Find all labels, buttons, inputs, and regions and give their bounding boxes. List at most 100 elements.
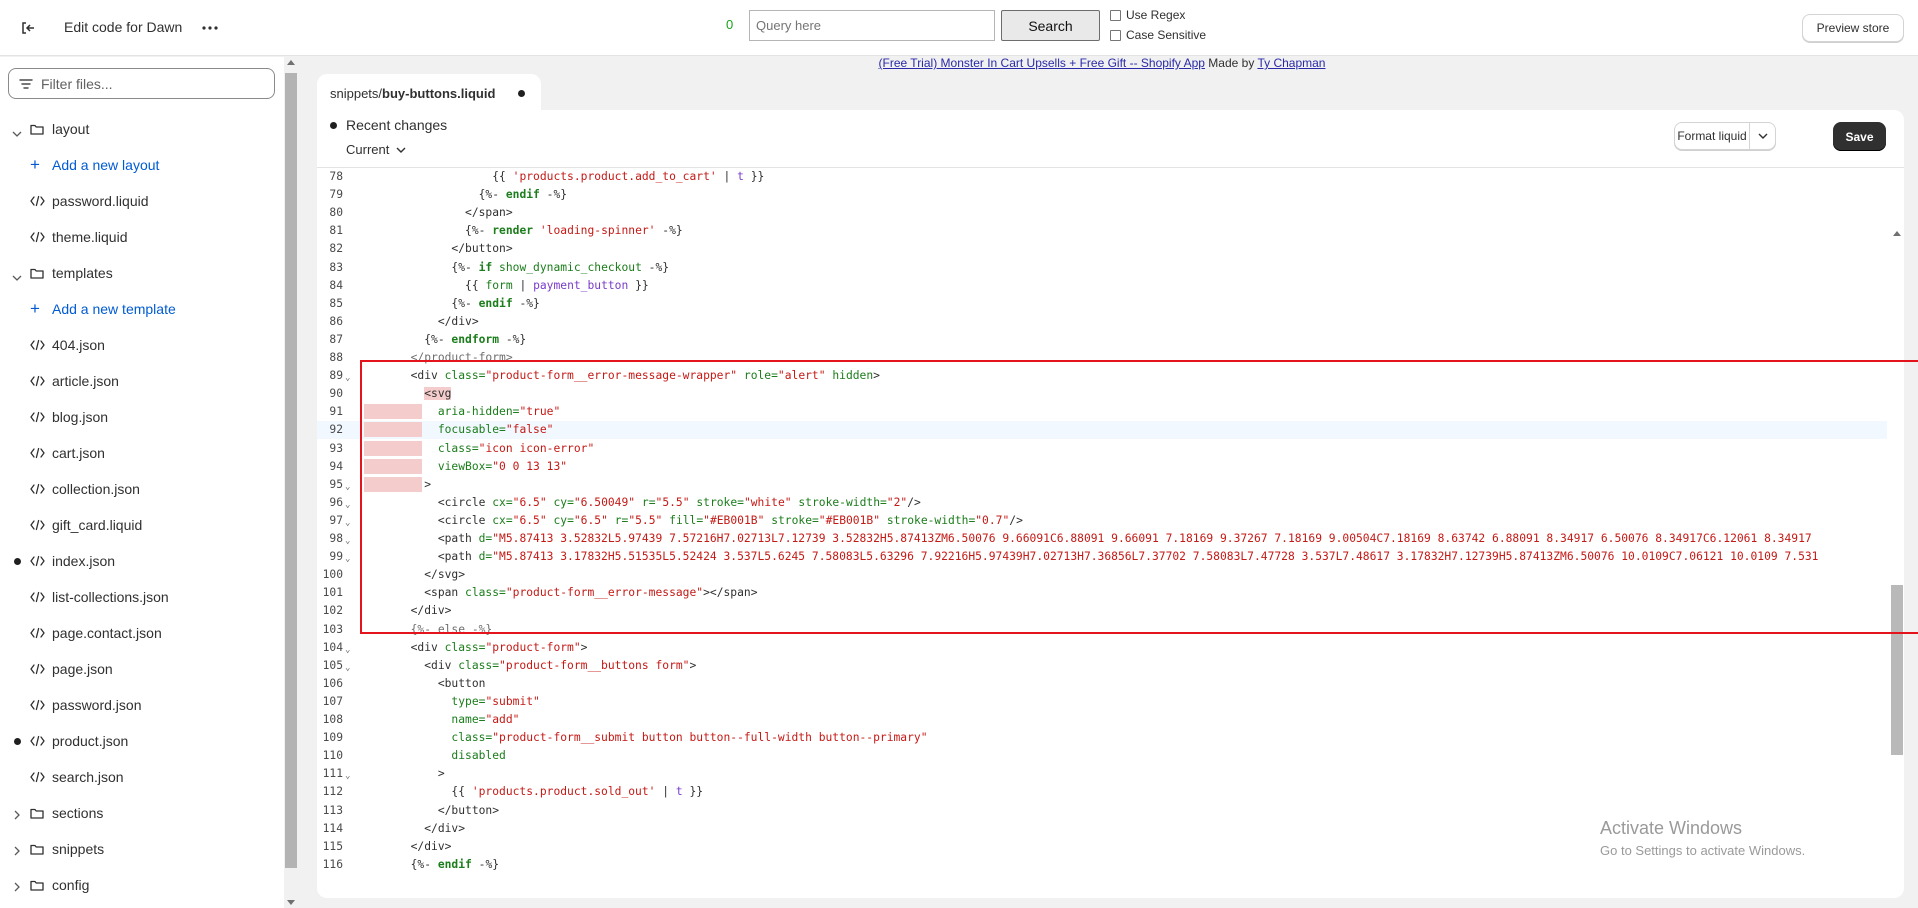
file-password-json[interactable]: password.json — [0, 689, 282, 721]
code-line[interactable]: 79 {%- endif -%} — [317, 186, 1887, 204]
file-password-liquid[interactable]: password.liquid — [0, 185, 282, 217]
file-list-collections-json[interactable]: list-collections.json — [0, 581, 282, 613]
code-line[interactable]: 110 disabled — [317, 747, 1887, 765]
tab-folder: snippets/ — [330, 86, 383, 101]
line-number: 91 — [329, 405, 343, 419]
code-line[interactable]: 112 {{ 'products.product.sold_out' | t }… — [317, 783, 1887, 801]
case-sensitive-box[interactable] — [1110, 29, 1121, 41]
add-link-add-a-new-template[interactable]: + Add a new template — [0, 293, 282, 325]
search-button[interactable]: Search — [1001, 10, 1100, 41]
format-options-button[interactable] — [1749, 123, 1775, 149]
folder-icon — [30, 266, 44, 282]
code-line[interactable]: 108 name="add" — [317, 711, 1887, 729]
file-page-json[interactable]: page.json — [0, 653, 282, 685]
code-line[interactable]: 109 class="product-form__submit button b… — [317, 729, 1887, 747]
more-actions-icon[interactable] — [198, 16, 222, 40]
tree-item-label: Add a new template — [52, 301, 176, 317]
line-number: 111 — [322, 767, 343, 781]
chevron-right-icon[interactable] — [14, 843, 20, 859]
line-number: 78 — [329, 170, 343, 183]
file-search-json[interactable]: search.json — [0, 761, 282, 793]
file-gift-card-liquid[interactable]: gift_card.liquid — [0, 509, 282, 541]
use-regex-box[interactable] — [1110, 9, 1121, 21]
filter-files-field[interactable] — [8, 68, 275, 99]
add-link-add-a-new-layout[interactable]: + Add a new layout — [0, 149, 282, 181]
file-cart-json[interactable]: cart.json — [0, 437, 282, 469]
code-line[interactable]: 113 </button> — [317, 802, 1887, 820]
scroll-up-icon[interactable] — [1893, 231, 1901, 236]
code-line[interactable]: 105 ⌄ <div class="product-form__buttons f… — [317, 657, 1887, 675]
code-line[interactable]: 82 </button> — [317, 240, 1887, 258]
code-file-icon — [30, 518, 45, 534]
top-bar: Edit code for Dawn 0 Search Use Regex Ca… — [0, 0, 1918, 56]
code-line[interactable]: 86 </div> — [317, 313, 1887, 331]
file-collection-json[interactable]: collection.json — [0, 473, 282, 505]
folder-templates[interactable]: templates — [0, 257, 282, 289]
tree-item-label: collection.json — [52, 481, 140, 497]
file-404-json[interactable]: 404.json — [0, 329, 282, 361]
code-line[interactable]: 116 {%- endif -%} — [317, 856, 1887, 874]
code-line[interactable]: 83 {%- if show_dynamic_checkout -%} — [317, 259, 1887, 277]
code-line[interactable]: 104 ⌄ <div class="product-form"> — [317, 639, 1887, 657]
sidebar-scrollbar[interactable] — [284, 57, 298, 908]
chevron-down-icon[interactable] — [12, 268, 22, 284]
version-select-label: Current — [346, 142, 390, 157]
tree-item-label: article.json — [52, 373, 119, 389]
case-sensitive-checkbox[interactable]: Case Sensitive — [1110, 28, 1206, 42]
file-blog-json[interactable]: blog.json — [0, 401, 282, 433]
scroll-up-icon[interactable] — [287, 60, 295, 65]
filter-files-input[interactable] — [41, 75, 261, 92]
code-text: </div> — [363, 821, 466, 835]
code-line[interactable]: 81 {%- render 'loading-spinner' -%} — [317, 222, 1887, 240]
line-number: 94 — [329, 459, 343, 473]
code-line[interactable]: 85 {%- endif -%} — [317, 295, 1887, 313]
file-page-contact-json[interactable]: page.contact.json — [0, 617, 282, 649]
folder-snippets[interactable]: snippets — [0, 833, 282, 865]
code-text: </div> — [363, 839, 452, 853]
version-select[interactable]: Current — [346, 142, 406, 157]
folder-sections[interactable]: sections — [0, 797, 282, 829]
tree-item-label: theme.liquid — [52, 229, 128, 245]
code-line[interactable]: 106 <button — [317, 675, 1887, 693]
line-number: 102 — [322, 604, 343, 618]
code-line[interactable]: 111 ⌄ > — [317, 765, 1887, 783]
case-sensitive-label: Case Sensitive — [1126, 28, 1207, 42]
file-article-json[interactable]: article.json — [0, 365, 282, 397]
line-number: 108 — [322, 713, 343, 726]
exit-icon[interactable] — [16, 16, 40, 40]
code-line[interactable]: 87 {%- endform -%} — [317, 331, 1887, 349]
format-liquid-button[interactable]: Format liquid — [1675, 123, 1749, 149]
use-regex-checkbox[interactable]: Use Regex — [1110, 8, 1185, 22]
folder-icon — [30, 806, 44, 822]
code-line[interactable]: 84 {{ form | payment_button }} — [317, 277, 1887, 295]
chevron-down-icon[interactable] — [12, 124, 22, 140]
code-file-icon — [30, 770, 45, 786]
chevron-right-icon[interactable] — [14, 807, 20, 823]
folder-config[interactable]: config — [0, 869, 282, 901]
line-number: 90 — [329, 387, 343, 401]
sidebar-scroll-thumb[interactable] — [285, 73, 297, 868]
query-input[interactable] — [749, 10, 995, 41]
save-button[interactable]: Save — [1833, 122, 1886, 151]
code-line[interactable]: 78 {{ 'products.product.add_to_cart' | t… — [317, 168, 1887, 186]
promo-link[interactable]: (Free Trial) Monster In Cart Upsells + F… — [879, 56, 1205, 70]
use-regex-label: Use Regex — [1126, 8, 1186, 22]
code-line[interactable]: 107 type="submit" — [317, 693, 1887, 711]
folder-layout[interactable]: layout — [0, 113, 282, 145]
line-number: 85 — [329, 296, 343, 310]
plus-icon: + — [30, 155, 40, 174]
code-line[interactable]: 80 </span> — [317, 204, 1887, 222]
author-link[interactable]: Ty Chapman — [1257, 56, 1325, 70]
file-product-json[interactable]: product.json — [0, 725, 282, 757]
scroll-down-icon[interactable] — [287, 900, 295, 905]
file-theme-liquid[interactable]: theme.liquid — [0, 221, 282, 253]
preview-store-button[interactable]: Preview store — [1802, 14, 1904, 42]
line-number: 100 — [322, 568, 343, 582]
chevron-right-icon[interactable] — [14, 879, 20, 895]
file-index-json[interactable]: index.json — [0, 545, 282, 577]
code-text: {{ 'products.product.add_to_cart' | t }} — [363, 170, 765, 183]
tree-item-label: sections — [52, 805, 104, 821]
recent-changes-dot-icon — [330, 122, 337, 129]
file-tab[interactable]: snippets/buy-buttons.liquid — [317, 74, 541, 110]
line-number: 87 — [329, 332, 343, 346]
